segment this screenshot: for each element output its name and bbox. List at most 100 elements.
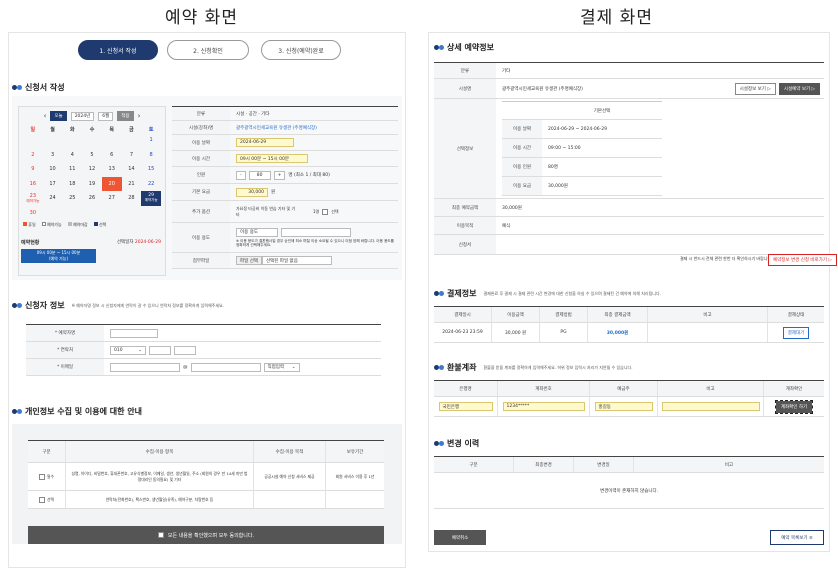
application-form: 분류 시설 · 공간 · 기타 시설(강좌)명 광주광역시민세교육원 유생관 (주명… xyxy=(172,106,398,269)
calendar-day[interactable]: 27 xyxy=(102,191,122,206)
facility-reserve-button[interactable]: 시설예약 보기 ▷ xyxy=(778,82,820,95)
calendar-day[interactable]: 22 xyxy=(141,177,161,192)
count-minus-button[interactable]: - xyxy=(236,170,246,180)
bank-name-field[interactable]: 국민은행 xyxy=(438,402,493,411)
weekday-header: 월 xyxy=(50,126,55,133)
calendar-day[interactable]: 10 xyxy=(43,162,63,177)
calendar-day[interactable]: 19 xyxy=(82,177,102,192)
calendar-day[interactable]: 24 xyxy=(43,191,63,206)
section-application: 신청서 작성 xyxy=(12,82,65,93)
count-field[interactable]: 80 xyxy=(248,170,271,180)
email-domain-input[interactable] xyxy=(190,362,261,372)
verify-account-button[interactable]: 계좌확인 하기 xyxy=(774,399,814,414)
history-table: 구분 최종변경 변경일 비고 변경이력이 존재하지 않습니다. xyxy=(434,456,824,509)
calendar-day[interactable]: 2 xyxy=(23,148,43,163)
calendar-day xyxy=(23,133,43,148)
section-payment: 결제정보 결제완료 후 결제 시 결제 관련 시간 변경에 대한 신청을 하실 수… xyxy=(434,288,661,299)
step-1-button[interactable]: 1. 신청서 작성 xyxy=(78,40,158,60)
payment-table: 결제일시 이용금액 결제방법 최종 결제금액 비고 결제상태 2024-06-2… xyxy=(434,306,824,343)
weekday-header: 수 xyxy=(89,126,95,133)
weekday-header: 일 xyxy=(30,126,36,133)
weekday-header: 토 xyxy=(148,126,154,133)
calendar-day[interactable]: 15 xyxy=(141,162,161,177)
calendar-day[interactable]: 9 xyxy=(23,162,43,177)
change-note: 결제 시 반드시 전체 관련 한번 더 확인하시기 바랍니다. xyxy=(680,256,773,261)
purpose-select[interactable]: 이용 용도 xyxy=(236,227,278,237)
privacy-table: 구분 수집·이용 항목 수집·이용 목적 보유기간 필수 성명, 아이디, 비밀… xyxy=(28,440,384,509)
calendar-day[interactable]: 14 xyxy=(122,162,142,177)
calendar-day[interactable]: 26 xyxy=(82,191,102,206)
calendar-day[interactable]: 1 xyxy=(141,133,161,148)
right-screen-title: 결제 화면 xyxy=(580,8,653,28)
agree-all-checkbox[interactable] xyxy=(157,532,164,538)
time-slot-button[interactable]: 09시 00분 ~ 15시 00분 (예약 가능) xyxy=(21,249,96,263)
calendar-day[interactable]: 7 xyxy=(122,148,142,163)
calendar-day[interactable]: 30 xyxy=(23,206,43,221)
email-domain-select[interactable]: 직접입력 ⌄ xyxy=(263,362,300,372)
section-refund: 환불계좌 환불을 받을 계좌를 정확하게 입력해주세요. 허위 정보 입력시 처리… xyxy=(434,362,632,373)
calendar-day[interactable]: 29 예약가능 xyxy=(141,191,161,206)
use-date-field[interactable]: 2024-06-29 xyxy=(236,138,294,147)
calendar-day[interactable]: 6 xyxy=(102,148,122,163)
history-empty: 변경이력이 존재하지 않습니다. xyxy=(434,473,824,509)
prev-month-icon[interactable]: ‹ xyxy=(44,112,47,120)
privacy-required-checkbox[interactable] xyxy=(39,473,45,480)
weekday-header: 목 xyxy=(109,126,114,133)
phone-prefix-select[interactable]: 010 ⌄ xyxy=(110,345,146,355)
reservation-list-button[interactable]: 예약 목록보기 ≡ xyxy=(770,530,824,545)
calendar-day[interactable]: 13 xyxy=(102,162,122,177)
facility-value: 광주광역시민세교육원 유생관 (주명예식장) xyxy=(236,125,317,131)
calendar-day[interactable]: 4 xyxy=(62,148,82,163)
calendar-day[interactable]: 21 xyxy=(122,177,142,192)
weekday-header: 금 xyxy=(129,126,134,133)
account-number-field[interactable]: 1234***** xyxy=(502,402,585,411)
calendar-day[interactable]: 3 xyxy=(43,148,63,163)
phone-last-input[interactable] xyxy=(174,345,196,355)
calendar-day[interactable]: 5 xyxy=(82,148,102,163)
privacy-optional-checkbox[interactable] xyxy=(39,496,45,503)
today-button[interactable]: 오늘 xyxy=(50,111,67,121)
next-month-icon[interactable]: › xyxy=(138,112,141,120)
calendar-day[interactable]: 25 xyxy=(62,191,82,206)
weekday-header: 화 xyxy=(69,126,75,133)
base-fee-field: 30,000 xyxy=(236,187,268,197)
email-id-input[interactable] xyxy=(110,362,180,372)
account-holder-field[interactable]: 홍길동 xyxy=(594,402,653,411)
calendar-day[interactable]: 8 xyxy=(141,148,161,163)
detail-table: 분류 기타 시설명 광주광역시민세교육원 유생관 (주명예식장) 시설정보 보기 ▷ 시… xyxy=(434,62,824,255)
file-select-button[interactable]: 파일 선택 xyxy=(236,256,262,265)
calendar-day xyxy=(82,133,102,148)
facility-info-button[interactable]: 시설정보 보기 ▷ xyxy=(734,82,776,95)
cancel-reservation-button[interactable]: 예약취소 xyxy=(434,530,486,545)
purpose-input[interactable] xyxy=(281,227,351,237)
calendar-day[interactable]: 17 xyxy=(43,177,63,192)
applicant-form: * 예약자명 * 연락처 010 ⌄ * 이메일 @ 직접입력 ⌄ xyxy=(26,324,381,376)
count-plus-button[interactable]: + xyxy=(273,170,286,180)
agree-all-bar[interactable]: 모든 내용을 확인했으며 모두 동의합니다. xyxy=(28,526,384,544)
calendar-day[interactable]: 11 xyxy=(62,162,82,177)
purpose-note: ※ 이용 용도가 결혼행사일 경우 승인에 최소 며칠 이상 소요될 수 있으니… xyxy=(236,238,394,247)
phone-mid-input[interactable] xyxy=(149,345,171,355)
calendar-day[interactable]: 23 예약가능 xyxy=(23,191,43,206)
calendar-day[interactable]: 28 xyxy=(122,191,142,206)
calendar-day[interactable]: 12 xyxy=(82,162,102,177)
apply-button[interactable]: 적용 xyxy=(117,111,134,121)
applicant-name-input[interactable] xyxy=(110,328,158,338)
refund-note-field[interactable] xyxy=(661,402,760,411)
calendar-day[interactable]: 20 xyxy=(101,176,122,191)
step-3-button[interactable]: 3. 신청(예약)완료 xyxy=(261,40,341,60)
calendar-day[interactable]: 18 xyxy=(62,177,82,192)
option-checkbox[interactable] xyxy=(322,208,329,215)
step-2-button[interactable]: 2. 신청확인 xyxy=(167,40,249,60)
payment-status-button[interactable]: 결제대기 xyxy=(782,326,810,339)
section-detail: 상세 예약정보 xyxy=(434,42,494,53)
final-amount: 30,000원 xyxy=(502,205,522,211)
month-select[interactable]: 6월 xyxy=(98,111,114,121)
change-request-button[interactable]: 예약정보 변경 신청 바로가기 ▷ xyxy=(768,254,837,266)
year-select[interactable]: 2024년 xyxy=(70,111,95,121)
calendar-day[interactable]: 16 xyxy=(23,177,43,192)
left-screen-title: 예약 화면 xyxy=(165,8,238,28)
use-time-field[interactable]: 09시 00분 ~ 15시 00분 xyxy=(236,154,308,163)
calendar-day xyxy=(102,133,122,148)
calendar-day xyxy=(122,133,142,148)
